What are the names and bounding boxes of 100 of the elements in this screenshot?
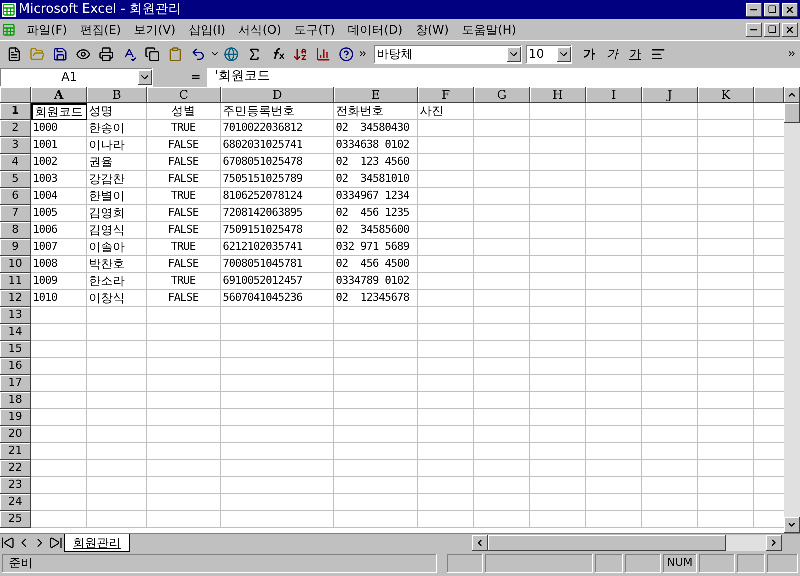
grid-cell[interactable] <box>474 324 530 341</box>
grid-cell[interactable]: 성별 <box>147 103 221 120</box>
grid-cell[interactable]: 김영희 <box>87 205 147 222</box>
format-button[interactable]: 가 <box>578 43 601 65</box>
menu-item[interactable]: 도움말(H) <box>456 20 522 38</box>
grid-cell[interactable] <box>586 409 642 426</box>
grid-cell[interactable] <box>418 205 474 222</box>
row-header[interactable]: 20 <box>0 426 31 443</box>
grid-cell[interactable] <box>642 392 698 409</box>
grid-cell[interactable]: 성명 <box>87 103 147 120</box>
menu-item[interactable]: 창(W) <box>410 20 456 38</box>
grid-cell[interactable] <box>474 154 530 171</box>
restore-button[interactable] <box>764 22 780 36</box>
row-header[interactable]: 8 <box>0 222 31 239</box>
grid-cell[interactable] <box>474 171 530 188</box>
grid-cell[interactable] <box>87 392 147 409</box>
grid-cell[interactable] <box>87 460 147 477</box>
grid-cell[interactable]: 7505151025789 <box>221 171 334 188</box>
grid-cell[interactable]: 1000 <box>31 120 87 137</box>
grid-cell[interactable] <box>418 154 474 171</box>
grid-cell[interactable] <box>87 307 147 324</box>
grid-cell[interactable] <box>147 409 221 426</box>
grid-cell[interactable] <box>147 426 221 443</box>
grid-cell[interactable]: 1002 <box>31 154 87 171</box>
grid-cell[interactable] <box>698 188 754 205</box>
grid-cell[interactable] <box>474 358 530 375</box>
row-header[interactable]: 17 <box>0 375 31 392</box>
grid-cell[interactable] <box>586 154 642 171</box>
grid-cell[interactable] <box>586 341 642 358</box>
grid-cell[interactable]: 김영식 <box>87 222 147 239</box>
column-header[interactable]: C <box>147 87 221 103</box>
grid-cell[interactable] <box>418 494 474 511</box>
grid-cell[interactable]: 0334638 0102 <box>334 137 418 154</box>
grid-cell[interactable]: 0334967 1234 <box>334 188 418 205</box>
grid-cell[interactable] <box>530 494 586 511</box>
grid-cell[interactable] <box>31 460 87 477</box>
grid-cell[interactable] <box>586 103 642 120</box>
grid-cell[interactable]: 7010022036812 <box>221 120 334 137</box>
grid-cell[interactable] <box>698 375 754 392</box>
grid-cell[interactable] <box>586 460 642 477</box>
grid-cell[interactable] <box>31 409 87 426</box>
grid-cell[interactable] <box>31 511 87 528</box>
grid-cell[interactable] <box>586 375 642 392</box>
row-header[interactable]: 19 <box>0 409 31 426</box>
row-header[interactable]: 14 <box>0 324 31 341</box>
grid-cell[interactable] <box>530 239 586 256</box>
caret-icon[interactable] <box>507 46 521 62</box>
grid-cell[interactable] <box>698 256 754 273</box>
grid-cell[interactable] <box>642 171 698 188</box>
grid-cell[interactable]: TRUE <box>147 273 221 290</box>
grid-cell[interactable] <box>698 239 754 256</box>
grid-cell[interactable] <box>221 443 334 460</box>
grid-cell[interactable] <box>642 137 698 154</box>
grid-cell[interactable]: 1009 <box>31 273 87 290</box>
grid-cell[interactable] <box>334 358 418 375</box>
row-header[interactable]: 12 <box>0 290 31 307</box>
grid-cell[interactable]: 02 34585600 <box>334 222 418 239</box>
grid-cell[interactable] <box>334 375 418 392</box>
grid-cell[interactable] <box>334 460 418 477</box>
column-header[interactable]: K <box>698 87 754 103</box>
row-header[interactable]: 16 <box>0 358 31 375</box>
grid-cell[interactable] <box>530 324 586 341</box>
menu-item[interactable]: 서식(O) <box>232 20 288 38</box>
grid-cell[interactable] <box>642 494 698 511</box>
grid-cell[interactable] <box>642 205 698 222</box>
row-header[interactable]: 13 <box>0 307 31 324</box>
grid-cell[interactable] <box>698 290 754 307</box>
grid-cell[interactable] <box>147 460 221 477</box>
grid-cell[interactable] <box>334 341 418 358</box>
grid-cell[interactable] <box>698 511 754 528</box>
grid-cell[interactable] <box>586 426 642 443</box>
grid-cell[interactable] <box>87 375 147 392</box>
grid-cell[interactable] <box>418 137 474 154</box>
row-header[interactable]: 25 <box>0 511 31 528</box>
grid-cell[interactable] <box>147 511 221 528</box>
grid-cell[interactable] <box>334 307 418 324</box>
grid-cell[interactable] <box>698 443 754 460</box>
grid-cell[interactable] <box>474 222 530 239</box>
grid-cell[interactable] <box>586 188 642 205</box>
grid-cell[interactable]: 박찬호 <box>87 256 147 273</box>
grid-cell[interactable] <box>334 511 418 528</box>
more-icon[interactable] <box>358 49 368 59</box>
grid-cell[interactable] <box>530 120 586 137</box>
grid-cell[interactable]: 1008 <box>31 256 87 273</box>
grid-cell[interactable]: 한소라 <box>87 273 147 290</box>
row-header[interactable]: 11 <box>0 273 31 290</box>
caret-icon[interactable] <box>557 46 571 62</box>
close-button[interactable] <box>782 22 798 36</box>
grid-cell[interactable] <box>586 222 642 239</box>
grid-cell[interactable] <box>221 341 334 358</box>
grid-cell[interactable] <box>418 222 474 239</box>
grid-cell[interactable] <box>334 409 418 426</box>
grid-cell[interactable] <box>642 120 698 137</box>
grid-cell[interactable] <box>31 341 87 358</box>
grid-cell[interactable] <box>698 324 754 341</box>
grid-cell[interactable] <box>698 341 754 358</box>
grid-cell[interactable] <box>334 324 418 341</box>
grid-cell[interactable] <box>642 154 698 171</box>
grid-cell[interactable] <box>586 256 642 273</box>
grid-cell[interactable] <box>586 120 642 137</box>
